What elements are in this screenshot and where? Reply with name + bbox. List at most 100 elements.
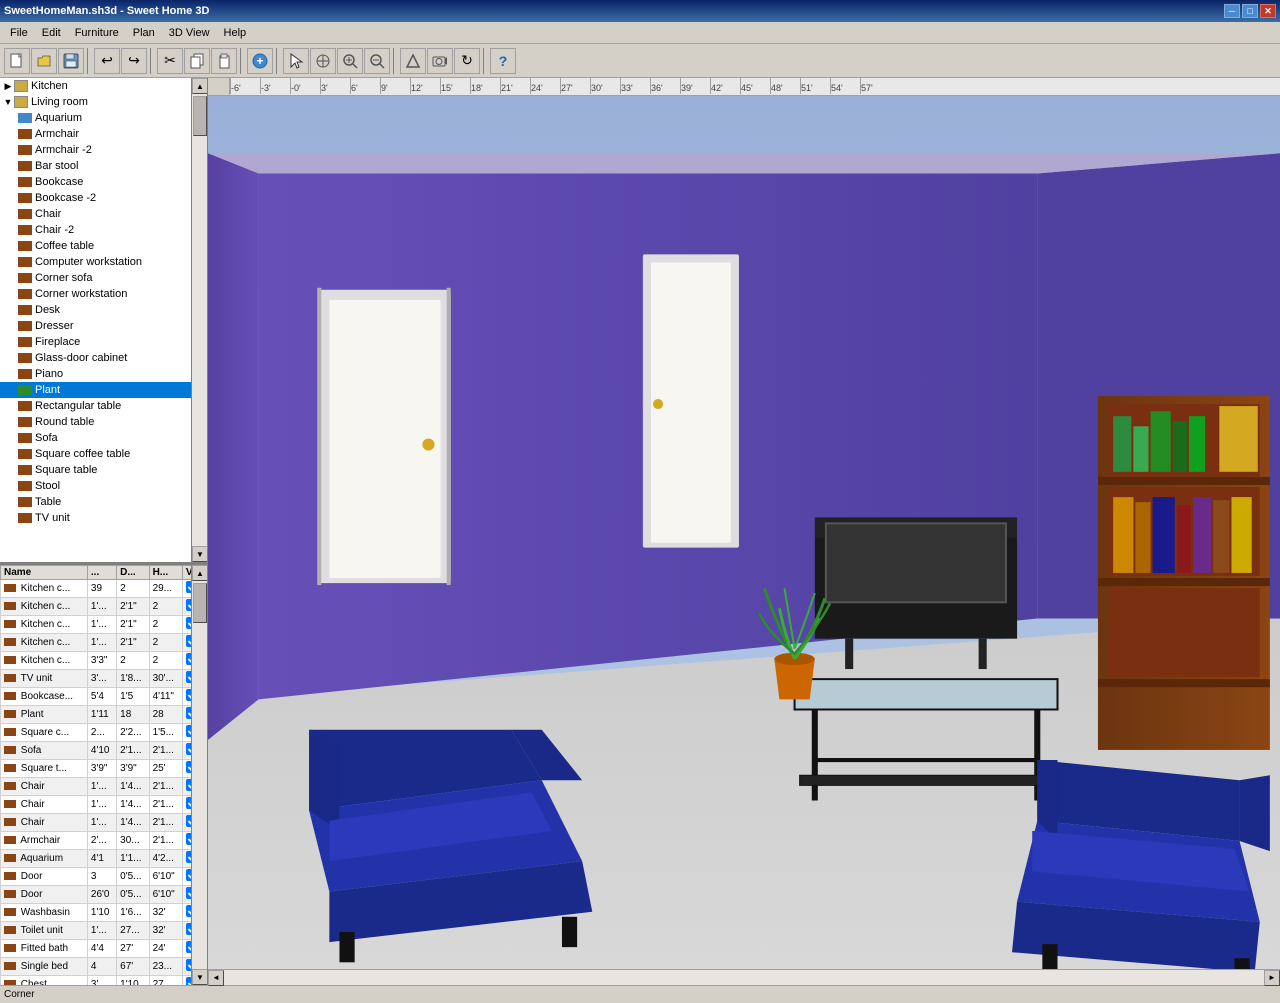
tree-item-dresser[interactable]: Dresser — [0, 318, 207, 334]
close-button[interactable]: ✕ — [1260, 4, 1276, 18]
table-row[interactable]: Kitchen c... 3'3" 2 2 — [1, 652, 207, 670]
open-button[interactable] — [31, 48, 57, 74]
table-scroll-track[interactable] — [192, 581, 207, 969]
tree-item-coffee-table[interactable]: Coffee table — [0, 238, 207, 254]
tree-item-armchair-2[interactable]: Armchair -2 — [0, 142, 207, 158]
help-button[interactable]: ? — [490, 48, 516, 74]
tree-item-plant[interactable]: Plant — [0, 382, 207, 398]
hscroll-left-btn[interactable]: ◄ — [208, 970, 224, 986]
menu-furniture[interactable]: Furniture — [69, 25, 125, 41]
tree-item-fireplace[interactable]: Fireplace — [0, 334, 207, 350]
tree-item-piano[interactable]: Piano — [0, 366, 207, 382]
table-row[interactable]: Kitchen c... 1'... 2'1" 2 — [1, 634, 207, 652]
table-row[interactable]: Toilet unit 1'... 27... 32' — [1, 922, 207, 940]
table-row[interactable]: Kitchen c... 1'... 2'1" 2 — [1, 616, 207, 634]
camera-top-button[interactable] — [400, 48, 426, 74]
hscroll-right-btn[interactable]: ► — [1264, 970, 1280, 986]
tree-item-armchair[interactable]: Armchair — [0, 126, 207, 142]
tree-item-sofa[interactable]: Sofa — [0, 430, 207, 446]
scroll-track[interactable] — [192, 94, 207, 546]
furniture-tree[interactable]: ▶Kitchen▼Living roomAquariumArmchairArmc… — [0, 78, 207, 565]
tree-item-corner-workstation[interactable]: Corner workstation — [0, 286, 207, 302]
menu-edit[interactable]: Edit — [36, 25, 67, 41]
table-row[interactable]: Chair 1'... 1'4... 2'1... — [1, 796, 207, 814]
tree-item-square-table[interactable]: Square table — [0, 462, 207, 478]
zoom-in-button[interactable] — [337, 48, 363, 74]
undo-button[interactable]: ↩ — [94, 48, 120, 74]
horizontal-scrollbar[interactable]: ◄ ► — [208, 969, 1280, 985]
tree-item-glass-door-cabinet[interactable]: Glass-door cabinet — [0, 350, 207, 366]
table-row[interactable]: Door 26'0 0'5... 6'10" — [1, 886, 207, 904]
scroll-down-btn[interactable]: ▼ — [192, 546, 207, 562]
redo-button[interactable]: ↪ — [121, 48, 147, 74]
table-row[interactable]: Fitted bath 4'4 27' 24' — [1, 940, 207, 958]
tree-item-tv-unit[interactable]: TV unit — [0, 510, 207, 526]
table-row[interactable]: Aquarium 4'1 1'1... 4'2... — [1, 850, 207, 868]
tree-item-computer-workstation[interactable]: Computer workstation — [0, 254, 207, 270]
copy-button[interactable] — [184, 48, 210, 74]
tree-scrollbar[interactable]: ▲ ▼ — [191, 78, 207, 562]
tree-item-bookcase[interactable]: Bookcase — [0, 174, 207, 190]
rotate-camera-button[interactable]: ↻ — [454, 48, 480, 74]
select-button[interactable] — [283, 48, 309, 74]
expand-icon[interactable]: ▼ — [2, 97, 14, 107]
tree-item-bookcase-2[interactable]: Bookcase -2 — [0, 190, 207, 206]
maximize-button[interactable]: □ — [1242, 4, 1258, 18]
cut-button[interactable]: ✂ — [157, 48, 183, 74]
tree-item-chair[interactable]: Chair — [0, 206, 207, 222]
zoom-out-button[interactable] — [364, 48, 390, 74]
table-scroll-down[interactable]: ▼ — [192, 969, 207, 985]
col-name[interactable]: Name — [1, 566, 88, 580]
cell-depth: 1'... — [87, 634, 116, 652]
tree-item-kitchen[interactable]: ▶Kitchen — [0, 78, 207, 94]
new-button[interactable] — [4, 48, 30, 74]
menu-plan[interactable]: Plan — [127, 25, 161, 41]
data-table-container[interactable]: Name ... D... H... V... Kitchen c... 39 … — [0, 565, 207, 985]
table-row[interactable]: Plant 1'11 18 28 — [1, 706, 207, 724]
paste-button[interactable] — [211, 48, 237, 74]
expand-icon[interactable]: ▶ — [2, 81, 14, 92]
table-row[interactable]: TV unit 3'... 1'8... 30'... — [1, 670, 207, 688]
menu-help[interactable]: Help — [218, 25, 253, 41]
3d-scene[interactable] — [208, 96, 1280, 969]
table-row[interactable]: Single bed 4 67' 23... — [1, 958, 207, 976]
pan-button[interactable] — [310, 48, 336, 74]
tree-item-rectangular-table[interactable]: Rectangular table — [0, 398, 207, 414]
scroll-thumb[interactable] — [193, 96, 207, 136]
table-row[interactable]: Armchair 2'... 30... 2'1... — [1, 832, 207, 850]
tree-item-living-room[interactable]: ▼Living room — [0, 94, 207, 110]
tree-item-bar-stool[interactable]: Bar stool — [0, 158, 207, 174]
tree-item-table[interactable]: Table — [0, 494, 207, 510]
col-width[interactable]: H... — [149, 566, 182, 580]
tree-item-aquarium[interactable]: Aquarium — [0, 110, 207, 126]
save-button[interactable] — [58, 48, 84, 74]
tree-item-square-coffee-table[interactable]: Square coffee table — [0, 446, 207, 462]
table-row[interactable]: Chair 1'... 1'4... 2'1... — [1, 778, 207, 796]
table-row[interactable]: Door 3 0'5... 6'10" — [1, 868, 207, 886]
tree-item-desk[interactable]: Desk — [0, 302, 207, 318]
tree-item-stool[interactable]: Stool — [0, 478, 207, 494]
table-row[interactable]: Square c... 2... 2'2... 1'5... — [1, 724, 207, 742]
table-row[interactable]: Chair 1'... 1'4... 2'1... — [1, 814, 207, 832]
table-scroll-up[interactable]: ▲ — [192, 565, 207, 581]
col-depth[interactable]: ... — [87, 566, 116, 580]
tree-item-chair-2[interactable]: Chair -2 — [0, 222, 207, 238]
table-row[interactable]: Square t... 3'9" 3'9" 25' — [1, 760, 207, 778]
menu-3dview[interactable]: 3D View — [163, 25, 216, 41]
table-row[interactable]: Sofa 4'10 2'1... 2'1... — [1, 742, 207, 760]
table-row[interactable]: Bookcase... 5'4 1'5 4'11" — [1, 688, 207, 706]
table-row[interactable]: Washbasin 1'10 1'6... 32' — [1, 904, 207, 922]
minimize-button[interactable]: ─ — [1224, 4, 1240, 18]
col-height[interactable]: D... — [117, 566, 149, 580]
scroll-up-btn[interactable]: ▲ — [192, 78, 207, 94]
table-row[interactable]: Kitchen c... 1'... 2'1" 2 — [1, 598, 207, 616]
table-row[interactable]: Chest 3'... 1'10 27... — [1, 976, 207, 986]
table-scroll-thumb[interactable] — [193, 583, 207, 623]
camera-view-button[interactable] — [427, 48, 453, 74]
tree-item-round-table[interactable]: Round table — [0, 414, 207, 430]
menu-file[interactable]: File — [4, 25, 34, 41]
table-row[interactable]: Kitchen c... 39 2 29... — [1, 580, 207, 598]
table-scrollbar[interactable]: ▲ ▼ — [191, 565, 207, 985]
add-furniture-button[interactable]: + — [247, 48, 273, 74]
tree-item-corner-sofa[interactable]: Corner sofa — [0, 270, 207, 286]
